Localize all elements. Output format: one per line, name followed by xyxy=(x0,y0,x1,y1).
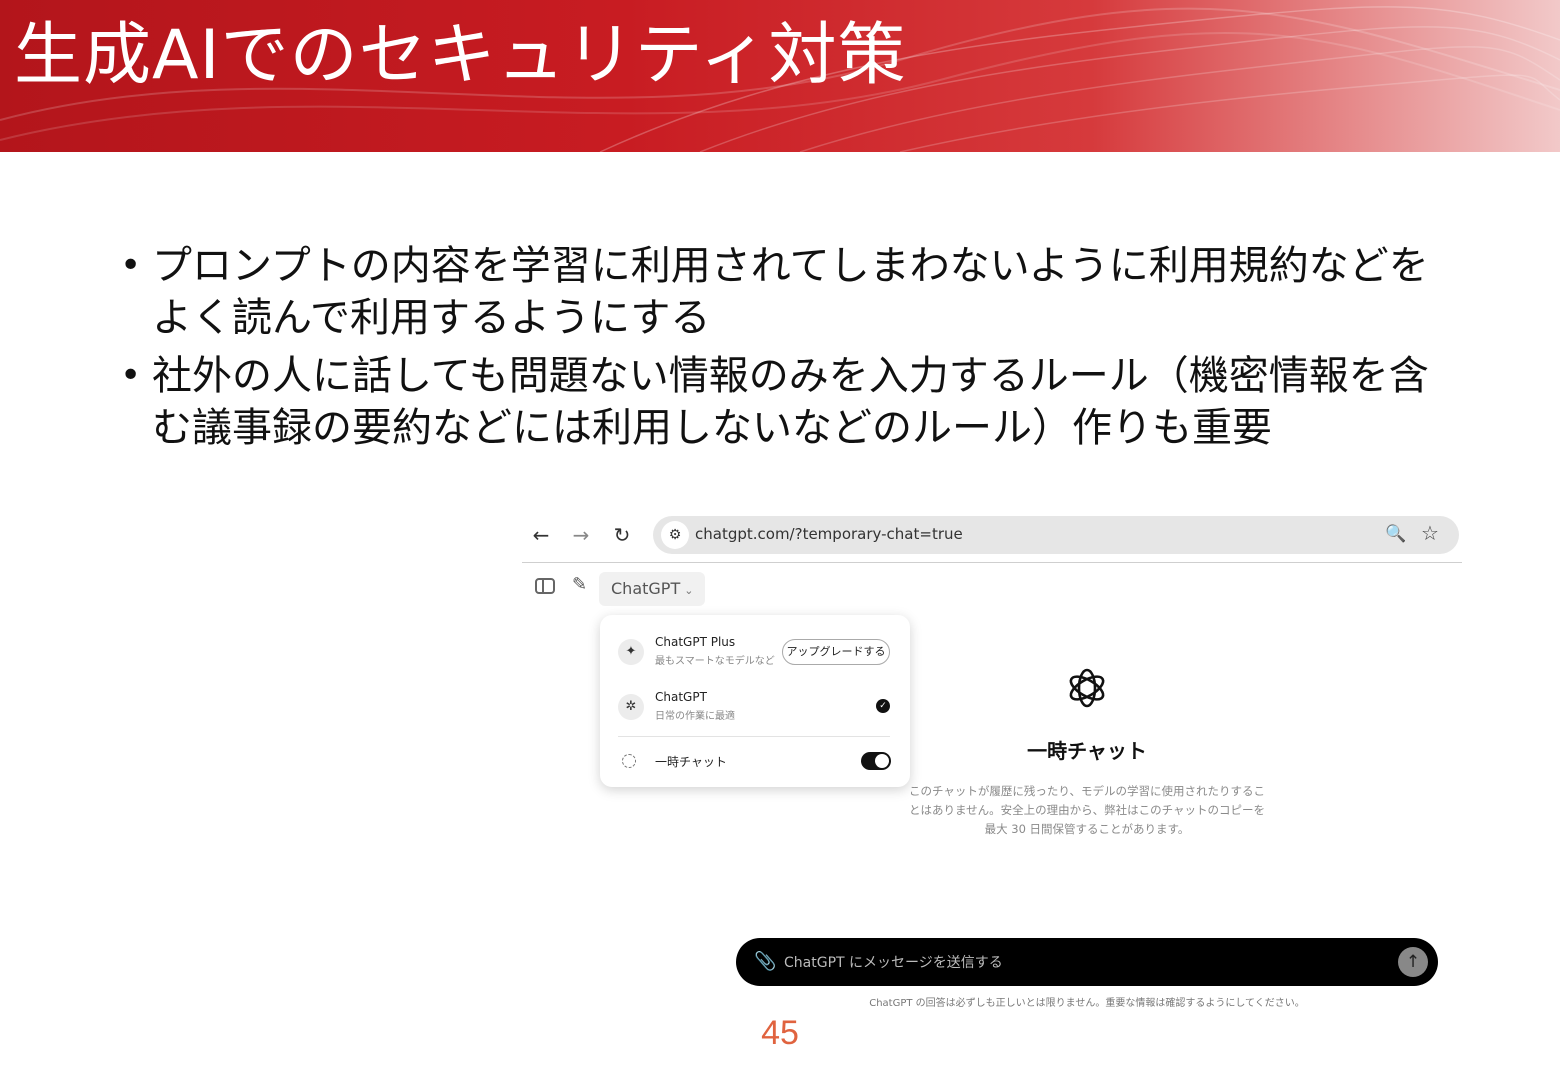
upgrade-button[interactable]: アップグレードする xyxy=(782,639,890,665)
bullet-marker: • xyxy=(120,355,142,396)
menu-divider xyxy=(618,736,890,737)
bullet-item: • プロンプトの内容を学習に利用されてしまわないように利用規約などをよく読んで利… xyxy=(120,240,1440,344)
temporary-chat-toggle[interactable] xyxy=(861,752,891,770)
zoom-icon[interactable]: 🔍 xyxy=(1385,524,1406,544)
menu-item-chatgpt-plus[interactable]: ✦ ChatGPT Plus 最もスマートなモデルなど アップグレードする xyxy=(600,627,910,677)
temporary-chat-description: このチャットが履歴に残ったり、モデルの学習に使用されたりすることはありません。安… xyxy=(908,784,1266,836)
selected-check-icon: ✓ xyxy=(876,699,890,713)
forward-arrow-icon[interactable]: → xyxy=(568,522,594,548)
browser-navbar: ← → ↻ ⚙ chatgpt.com/?temporary-chat=true… xyxy=(522,510,1462,563)
reload-icon[interactable]: ↻ xyxy=(609,522,635,548)
menu-item-title: ChatGPT xyxy=(655,690,707,704)
bullet-list: • プロンプトの内容を学習に利用されてしまわないように利用規約などをよく読んで利… xyxy=(120,240,1440,460)
menu-item-subtitle: 最もスマートなモデルなど xyxy=(655,656,775,667)
url-text[interactable]: chatgpt.com/?temporary-chat=true xyxy=(695,525,963,543)
sidebar-toggle-icon[interactable] xyxy=(535,578,555,594)
menu-item-title: 一時チャット xyxy=(655,755,727,769)
bullet-item: • 社外の人に話しても問題ない情報のみを入力するルール（機密情報を含む議事録の要… xyxy=(120,350,1440,454)
model-selector[interactable]: ChatGPT ⌄ xyxy=(599,572,705,606)
back-arrow-icon[interactable]: ← xyxy=(528,522,554,548)
temporary-chat-title: 一時チャット xyxy=(1027,739,1147,763)
attach-paperclip-icon[interactable]: 📎 xyxy=(754,951,776,972)
bullet-text: 社外の人に話しても問題ない情報のみを入力するルール（機密情報を含む議事録の要約な… xyxy=(152,353,1429,451)
chevron-down-icon: ⌄ xyxy=(684,584,694,597)
slide-title: 生成AIでのセキュリティ対策 xyxy=(14,16,907,95)
page-number: 45 xyxy=(761,1014,799,1052)
chatgpt-model-icon: ✲ xyxy=(618,694,644,720)
sparkle-icon: ✦ xyxy=(618,639,644,665)
send-arrow-icon[interactable]: ↑ xyxy=(1398,947,1428,977)
menu-item-temporary-chat[interactable]: 一時チャット xyxy=(600,738,910,788)
bullet-marker: • xyxy=(120,245,142,286)
chatgpt-screenshot: ← → ↻ ⚙ chatgpt.com/?temporary-chat=true… xyxy=(522,510,1462,1015)
menu-item-title: ChatGPT Plus xyxy=(655,635,736,649)
slide-header: 生成AIでのセキュリティ対策 xyxy=(0,0,1560,152)
new-chat-icon[interactable]: ✎ xyxy=(572,574,587,595)
openai-logo-icon xyxy=(1069,668,1105,708)
menu-item-chatgpt[interactable]: ✲ ChatGPT 日常の作業に最適 ✓ xyxy=(600,682,910,732)
message-input[interactable] xyxy=(782,949,1386,977)
model-selector-label: ChatGPT xyxy=(611,579,681,598)
address-bar[interactable]: ⚙ chatgpt.com/?temporary-chat=true 🔍 ☆ xyxy=(653,516,1459,554)
model-menu: ✦ ChatGPT Plus 最もスマートなモデルなど アップグレードする ✲ … xyxy=(600,615,910,787)
message-composer: 📎 ↑ xyxy=(736,938,1438,986)
menu-item-subtitle: 日常の作業に最適 xyxy=(655,711,735,722)
site-settings-icon[interactable]: ⚙ xyxy=(661,521,689,549)
bookmark-star-icon[interactable]: ☆ xyxy=(1421,521,1439,545)
temporary-chat-icon xyxy=(622,754,636,768)
bullet-text: プロンプトの内容を学習に利用されてしまわないように利用規約などをよく読んで利用す… xyxy=(152,243,1429,341)
disclaimer-text: ChatGPT の回答は必ずしも正しいとは限りません。重要な情報は確認するように… xyxy=(869,998,1305,1009)
